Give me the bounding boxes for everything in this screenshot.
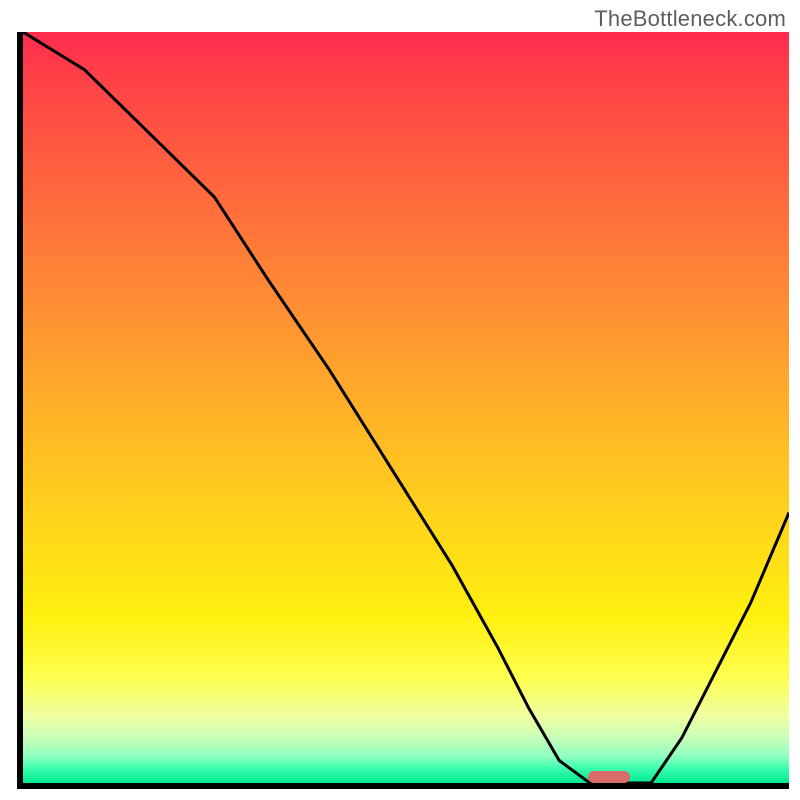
plot-area: [17, 32, 789, 789]
bottleneck-curve-line: [23, 32, 789, 783]
optimal-point-marker: [588, 771, 630, 783]
watermark-text: TheBottleneck.com: [594, 6, 786, 32]
